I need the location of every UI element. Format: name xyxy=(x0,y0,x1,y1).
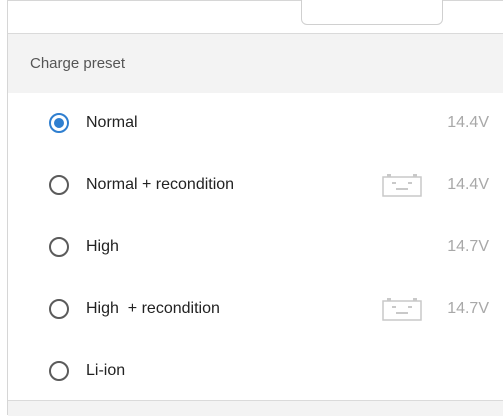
preset-option-li-ion[interactable]: Li-ion xyxy=(8,341,503,404)
radio-icon[interactable] xyxy=(49,361,69,381)
battery-icon xyxy=(382,174,422,197)
charge-preset-panel: Charge preset Normal 14.4V Normal + reco… xyxy=(7,0,503,416)
radio-icon[interactable] xyxy=(49,299,69,319)
preset-option-normal[interactable]: Normal 14.4V xyxy=(8,93,503,156)
preset-option-normal-recondition[interactable]: Normal + recondition 14.4V xyxy=(8,155,503,218)
preset-option-high-recondition[interactable]: High + recondition 14.7V xyxy=(8,279,503,342)
section-header: Charge preset xyxy=(8,33,503,95)
option-label: Li-ion xyxy=(86,362,126,379)
preset-option-high[interactable]: High 14.7V xyxy=(8,217,503,280)
option-label: High xyxy=(86,238,119,255)
radio-icon[interactable] xyxy=(49,175,69,195)
radio-icon[interactable] xyxy=(49,237,69,257)
option-voltage: 14.7V xyxy=(447,300,489,317)
option-label: Normal + recondition xyxy=(86,176,235,193)
option-voltage: 14.7V xyxy=(447,238,489,255)
section-title: Charge preset xyxy=(30,55,126,72)
option-label: High + recondition xyxy=(86,300,220,317)
option-label: Normal xyxy=(86,114,138,131)
battery-icon xyxy=(382,298,422,321)
option-voltage: 14.4V xyxy=(447,176,489,193)
option-voltage: 14.4V xyxy=(447,114,489,131)
radio-selected-icon[interactable] xyxy=(49,113,69,133)
top-control[interactable] xyxy=(301,0,443,25)
